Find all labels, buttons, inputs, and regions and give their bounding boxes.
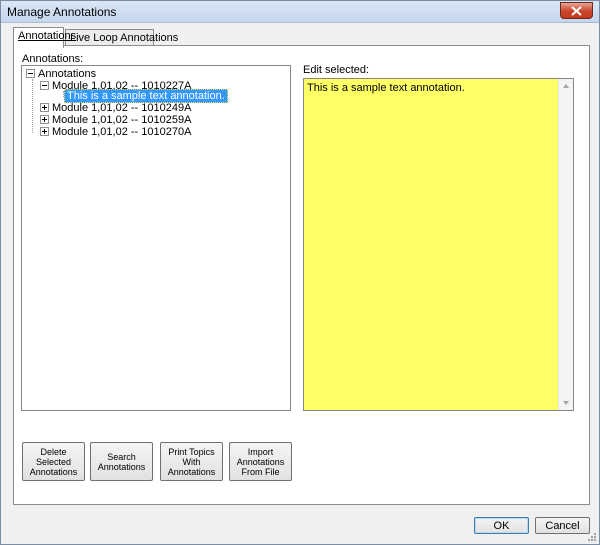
search-annotations-button[interactable]: Search Annotations <box>90 442 153 481</box>
expand-icon[interactable] <box>40 127 49 136</box>
annotations-label: Annotations: <box>22 53 84 65</box>
collapse-icon[interactable] <box>26 69 35 78</box>
tree-node-label: Module 1,01,02 -- 1010270A <box>52 126 192 138</box>
tab-annotations[interactable]: Annotations <box>13 27 76 48</box>
tree-node-label: Module 1,01,02 -- 1010259A <box>52 114 192 126</box>
collapse-icon[interactable] <box>40 81 49 90</box>
tree-line <box>32 79 33 133</box>
editor-scrollbar[interactable] <box>558 79 573 410</box>
expand-icon[interactable] <box>40 115 49 124</box>
selected-annotation-label: This is a sample text annotation. <box>64 89 228 103</box>
tree-node-annotation[interactable]: This is a sample text annotation. <box>64 89 228 103</box>
tab-annotations-label: Annotations <box>18 30 77 42</box>
scroll-down-icon[interactable] <box>563 401 569 405</box>
expand-icon[interactable] <box>40 103 49 112</box>
import-annotations-from-file-button[interactable]: Import Annotations From File <box>229 442 292 481</box>
button-label: Import Annotations From File <box>236 446 285 477</box>
ok-button[interactable]: OK <box>474 517 529 534</box>
annotation-text-editor[interactable]: This is a sample text annotation. <box>303 78 574 411</box>
tree-node-label: Module 1,01,02 -- 1010249A <box>52 102 192 114</box>
resize-grip-icon[interactable] <box>587 532 597 542</box>
manage-annotations-window: Manage Annotations Annotations Live Loop… <box>0 0 600 545</box>
scroll-up-icon[interactable] <box>563 84 569 88</box>
close-icon <box>571 5 582 16</box>
button-label: OK <box>493 519 510 532</box>
close-button[interactable] <box>560 2 593 19</box>
button-label: Print Topics With Annotations <box>167 446 216 477</box>
tree-node-label: Annotations <box>38 68 97 80</box>
button-label: Delete Selected Annotations <box>29 446 78 477</box>
button-label: Search Annotations <box>97 451 146 472</box>
tab-live-loop-label: Live Loop Annotations <box>70 32 179 44</box>
button-label: Cancel <box>545 519 580 532</box>
cancel-button[interactable]: Cancel <box>535 517 590 534</box>
window-title: Manage Annotations <box>7 5 117 19</box>
annotations-tree[interactable]: Annotations Module 1,01,02 -- 1010227A T… <box>21 65 291 411</box>
print-topics-with-annotations-button[interactable]: Print Topics With Annotations <box>160 442 223 481</box>
edit-selected-label: Edit selected: <box>303 64 370 76</box>
title-bar[interactable]: Manage Annotations <box>1 1 599 23</box>
annotation-text: This is a sample text annotation. <box>307 82 465 94</box>
delete-selected-annotations-button[interactable]: Delete Selected Annotations <box>22 442 85 481</box>
